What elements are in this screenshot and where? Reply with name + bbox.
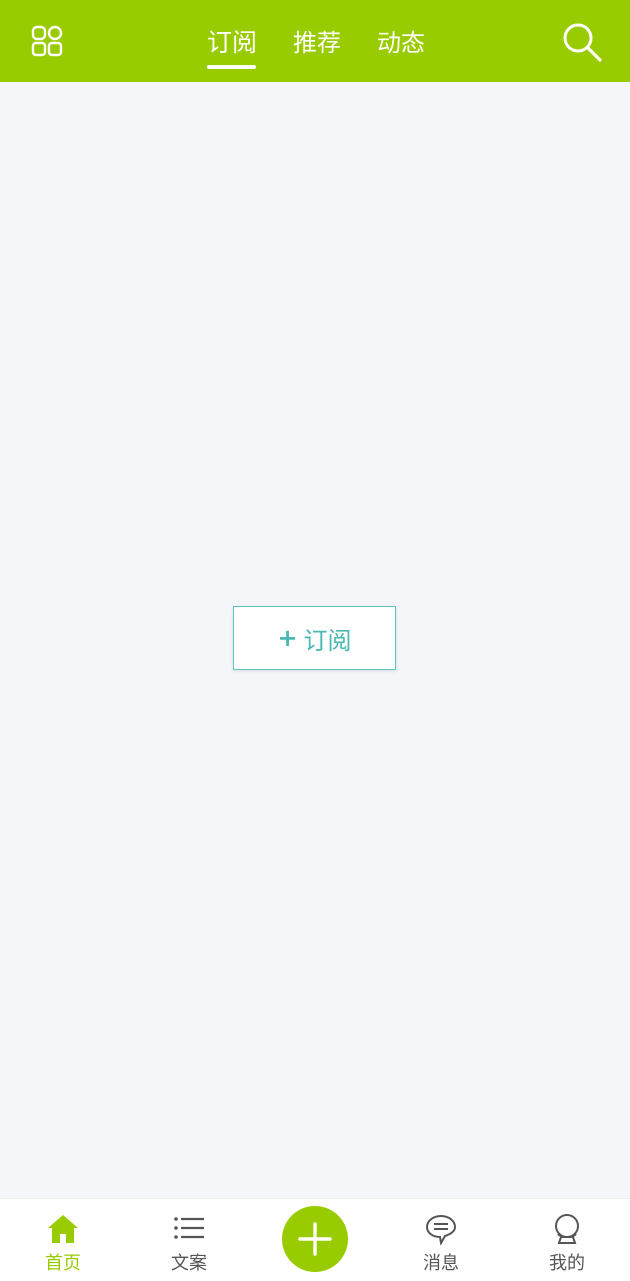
search-button[interactable] xyxy=(560,20,604,64)
nav-copywriting-label: 文案 xyxy=(171,1253,207,1274)
create-button[interactable] xyxy=(282,1206,348,1272)
add-subscription-button[interactable]: + 订阅 xyxy=(233,606,396,670)
subscribe-label: 订阅 xyxy=(303,626,352,655)
message-icon xyxy=(425,1214,457,1245)
nav-home-label: 首页 xyxy=(45,1253,81,1274)
active-tab-indicator xyxy=(207,65,256,69)
list-icon xyxy=(174,1217,204,1239)
tab-recommend[interactable]: 推荐 xyxy=(288,26,346,66)
search-icon xyxy=(563,23,602,62)
top-tabs: 订阅 推荐 动态 xyxy=(0,0,630,82)
top-bar: 订阅 推荐 动态 xyxy=(0,0,630,82)
nav-messages[interactable]: 消息 xyxy=(396,1199,486,1281)
plus-sign: + xyxy=(277,624,298,652)
nav-profile-label: 我的 xyxy=(549,1253,585,1274)
nav-profile[interactable]: 我的 xyxy=(522,1199,612,1281)
nav-home[interactable]: 首页 xyxy=(18,1199,108,1281)
tab-subscribe[interactable]: 订阅 xyxy=(204,26,260,66)
nav-copywriting[interactable]: 文案 xyxy=(144,1199,234,1281)
home-icon xyxy=(48,1215,78,1243)
plus-icon xyxy=(298,1222,332,1256)
nav-messages-label: 消息 xyxy=(423,1253,459,1274)
tab-dynamic[interactable]: 动态 xyxy=(372,26,430,66)
user-icon xyxy=(555,1214,579,1244)
